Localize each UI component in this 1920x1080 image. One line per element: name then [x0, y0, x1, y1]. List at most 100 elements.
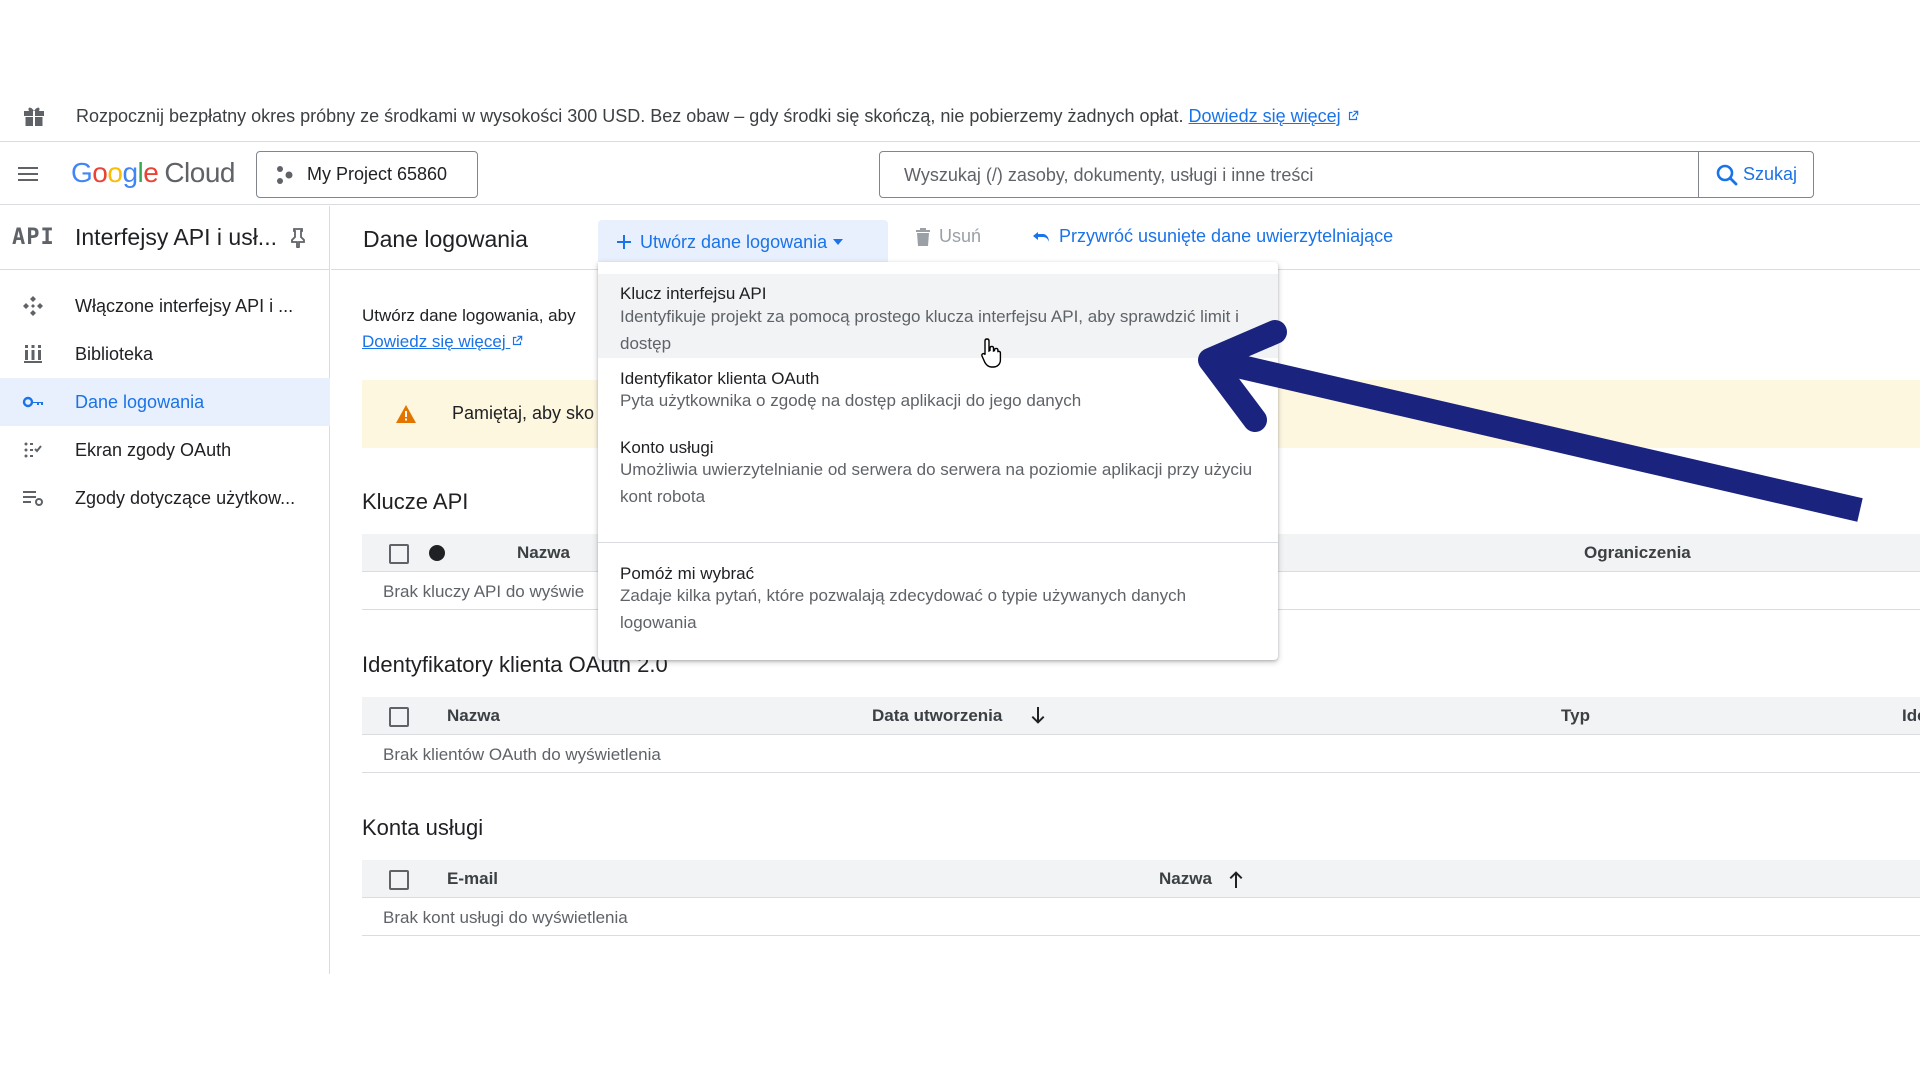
restore-deleted-button[interactable]: Przywróć usunięte dane uwierzytelniające	[1031, 226, 1393, 247]
empty-message: Brak kont usługi do wyświetlenia	[383, 908, 628, 927]
service-accounts-title: Konta usługi	[362, 815, 484, 840]
learn-more-link[interactable]: Dowiedz się więcej	[362, 332, 524, 352]
menu-item-title: Klucz interfejsu API	[620, 284, 767, 303]
menu-item-service-account[interactable]: Konto usługi Umożliwia uwierzytelnianie …	[598, 434, 1278, 524]
delete-button[interactable]: Usuń	[915, 226, 981, 247]
api-badge-icon: API	[12, 225, 55, 250]
menu-item-title: Identyfikator klienta OAuth	[620, 369, 820, 388]
empty-message: Brak klientów OAuth do wyświetlenia	[383, 745, 661, 764]
pin-icon[interactable]	[289, 228, 307, 248]
sidebar-header: API Interfejsy API i usł...	[0, 206, 330, 270]
consent-icon	[24, 442, 42, 458]
menu-item-description: Umożliwia uwierzytelnianie od serwera do…	[620, 460, 1253, 506]
logo-letter: o	[107, 157, 123, 188]
search-button-label: Szukaj	[1742, 164, 1798, 184]
delete-label: Usuń	[939, 226, 982, 246]
create-credentials-label: Utwórz dane logowania	[640, 231, 828, 252]
select-all-checkbox[interactable]	[389, 544, 409, 564]
column-header-name[interactable]: Nazwa	[447, 706, 500, 726]
select-all-checkbox[interactable]	[389, 707, 409, 727]
arrow-up-icon	[1229, 871, 1243, 888]
trash-icon	[916, 227, 930, 246]
top-header: Google Cloud My Project 65860 Wyszukaj (/…	[0, 143, 1920, 205]
create-credentials-menu: Klucz interfejsu API Identyfikuje projek…	[598, 262, 1278, 660]
column-header-restrictions[interactable]: Ograniczenia	[1584, 543, 1691, 563]
column-header-created[interactable]: Data utworzenia	[872, 706, 1002, 726]
project-picker-button[interactable]: My Project 65860	[256, 151, 478, 198]
column-header-type[interactable]: Typ	[1561, 706, 1590, 726]
sidebar-title: Interfejsy API i usł...	[75, 224, 277, 250]
sidebar-item-label: Dane logowania	[75, 392, 205, 412]
warning-text: Pamiętaj, aby sko	[452, 403, 595, 423]
logo-letter: e	[143, 157, 159, 188]
oauth-empty-row: Brak klientów OAuth do wyświetlenia	[362, 735, 1920, 773]
menu-item-description: Zadaje kilka pytań, które pozwalają zdec…	[620, 586, 1187, 632]
logo-letter: o	[92, 157, 108, 188]
menu-item-title: Pomóż mi wybrać	[620, 564, 755, 583]
menu-item-description: Identyfikuje projekt za pomocą prostego …	[620, 307, 1239, 353]
sidebar-item-library[interactable]: Biblioteka	[0, 330, 330, 378]
service-empty-row: Brak kont usługi do wyświetlenia	[362, 898, 1920, 936]
project-icon	[277, 165, 293, 184]
sidebar-item-oauth-consent[interactable]: Ekran zgody OAuth	[0, 426, 330, 474]
select-all-checkbox[interactable]	[389, 870, 409, 890]
column-header-id[interactable]: Ide	[1902, 706, 1920, 726]
sidebar-item-label: Zgody dotyczące użytkow...	[75, 488, 296, 508]
logo-cloud: Cloud	[164, 157, 235, 188]
menu-item-help-me-choose[interactable]: Pomóż mi wybrać Zadaje kilka pytań, któr…	[598, 552, 1278, 648]
external-link-icon	[513, 335, 523, 346]
oauth-table-header: Nazwa Data utworzenia Typ Ide	[362, 697, 1920, 735]
external-link-icon	[1348, 110, 1358, 121]
menu-item-api-key[interactable]: Klucz interfejsu API Identyfikuje projek…	[598, 274, 1278, 358]
page: Rozpocznij bezpłatny okres próbny ze śro…	[0, 0, 1920, 1080]
google-cloud-logo[interactable]: Google Cloud	[71, 157, 235, 189]
empty-message: Brak kluczy API do wyświe	[383, 582, 585, 601]
annotation-arrow	[1198, 320, 1863, 522]
restore-label: Przywróć usunięte dane uwierzytelniające	[1059, 226, 1394, 246]
arrow-down-icon	[1031, 707, 1045, 724]
key-icon	[22, 396, 43, 408]
create-credentials-button[interactable]: Utwórz dane logowania	[598, 220, 888, 264]
sidebar-item-enabled-apis[interactable]: Włączone interfejsy API i ...	[0, 282, 330, 330]
apis-icon	[23, 296, 43, 316]
menu-item-description: Pyta użytkownika o zgodę na dostęp aplik…	[620, 391, 1082, 410]
sidebar-item-label: Biblioteka	[75, 344, 154, 364]
column-header-name[interactable]: Nazwa	[1159, 869, 1212, 889]
status-dot-icon	[429, 545, 445, 561]
logo-letter: G	[71, 157, 93, 188]
search-input[interactable]: Wyszukaj (/) zasoby, dokumenty, usługi i…	[879, 151, 1699, 198]
search-icon	[1716, 164, 1738, 185]
sidebar-item-credentials[interactable]: Dane logowania	[0, 378, 330, 426]
logo-letter: g	[122, 157, 138, 188]
search-placeholder: Wyszukaj (/) zasoby, dokumenty, usługi i…	[904, 165, 1314, 185]
trial-banner: Rozpocznij bezpłatny okres próbny ze śro…	[0, 90, 1920, 142]
search-button[interactable]: Szukaj	[1698, 151, 1814, 198]
column-header-name[interactable]: Nazwa	[517, 543, 570, 563]
sidebar-item-label: Ekran zgody OAuth	[75, 440, 232, 460]
sidebar: API Interfejsy API i usł... Włączone int…	[0, 206, 330, 974]
menu-item-oauth-client[interactable]: Identyfikator klienta OAuth Pyta użytkow…	[598, 365, 1278, 427]
sidebar-item-label: Włączone interfejsy API i ...	[75, 296, 294, 316]
project-name: My Project 65860	[307, 164, 448, 184]
banner-learn-more-link[interactable]: Dowiedz się więcej	[1189, 106, 1341, 126]
service-table-header: E-mail Nazwa	[362, 860, 1920, 898]
learn-more-label: Dowiedz się więcej	[362, 332, 506, 351]
hamburger-menu-icon[interactable]	[16, 162, 40, 186]
warning-icon	[396, 405, 416, 423]
page-toolbar: Dane logowania Utwórz dane logowania Usu…	[331, 206, 1920, 270]
intro-text: Utwórz dane logowania, aby	[362, 306, 576, 325]
page-title: Dane logowania	[363, 226, 528, 252]
caret-down-icon	[833, 239, 844, 245]
banner-text: Rozpocznij bezpłatny okres próbny ze śro…	[76, 106, 1360, 127]
settings-list-icon	[23, 491, 43, 506]
sidebar-item-user-consents[interactable]: Zgody dotyczące użytkow...	[0, 474, 330, 522]
column-header-email[interactable]: E-mail	[447, 869, 498, 889]
gift-icon	[24, 107, 44, 126]
api-keys-title: Klucze API	[362, 489, 469, 514]
undo-icon	[1033, 231, 1049, 242]
menu-item-title: Konto usługi	[620, 438, 714, 457]
plus-icon	[617, 235, 631, 249]
hand-cursor-icon	[981, 338, 1002, 368]
banner-message: Rozpocznij bezpłatny okres próbny ze śro…	[76, 106, 1184, 126]
menu-divider	[598, 542, 1278, 543]
